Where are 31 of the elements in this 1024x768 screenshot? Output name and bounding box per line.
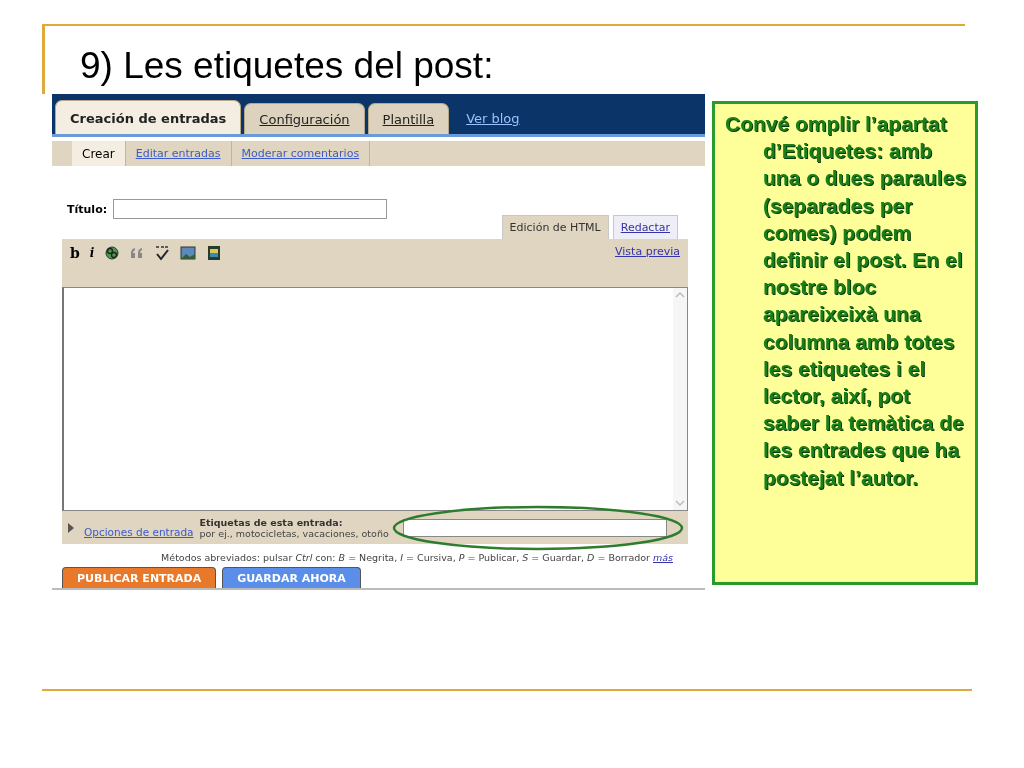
sub-tab[interactable]: Editar entradas — [125, 141, 232, 166]
scroll-up-icon[interactable] — [675, 291, 685, 299]
sub-tab[interactable]: Moderar comentarios — [231, 141, 371, 166]
shortcuts-text: Métodos abreviados: pulsar Ctrl con: B = Negrita, I = Cursiva, P = Publicar, S = Guardar, D = Borrador — [161, 552, 650, 563]
entry-options-link[interactable]: Opciones de entrada — [84, 526, 194, 538]
expand-triangle-icon[interactable] — [68, 522, 74, 533]
title-input-field[interactable] — [113, 199, 388, 219]
more-link[interactable]: más — [652, 552, 673, 563]
labels-input-field[interactable] — [402, 518, 667, 537]
main-tab[interactable]: Plantilla — [367, 103, 450, 134]
view-blog-link[interactable]: Ver blog — [452, 111, 534, 134]
slide-title: 9) Les etiquetes del post: — [80, 44, 494, 88]
editor-mode-tab[interactable]: Edición de HTML — [501, 215, 609, 239]
scroll-down-icon[interactable] — [675, 499, 685, 507]
spellcheck-icon[interactable] — [154, 245, 171, 261]
title-label: Título: — [67, 202, 108, 216]
scrollbar[interactable] — [673, 288, 687, 510]
bold-button[interactable]: b — [70, 245, 80, 261]
globe-chain-icon[interactable] — [104, 245, 121, 261]
quote-icon[interactable] — [130, 247, 145, 259]
main-tab[interactable]: Configuración — [244, 103, 365, 134]
labels-hint: por ej., motocicletas, vacaciones, otoño — [199, 527, 389, 539]
editor-mode-tab[interactable]: Redactar — [612, 215, 678, 239]
film-icon[interactable] — [206, 245, 223, 261]
preview-link[interactable]: Vista previa — [615, 245, 680, 258]
image-icon[interactable] — [180, 245, 197, 261]
italic-button[interactable]: i — [89, 246, 95, 260]
main-tab[interactable]: Creación de entradas — [55, 100, 242, 134]
callout-text: Convé omplir l’apartat d’Etiquetes: amb una o dues paraules (separades per comes) podem definir el post. En el nostre bloc apareixeixà una columna amb totes les etiquetes i el lector, així, pot saber la temàtica de les entrades que ha postejat l’autor. — [725, 111, 968, 491]
labels-label: Etiquetas de esta entrada: — [199, 516, 344, 528]
sub-tab[interactable]: Crear — [72, 141, 126, 166]
